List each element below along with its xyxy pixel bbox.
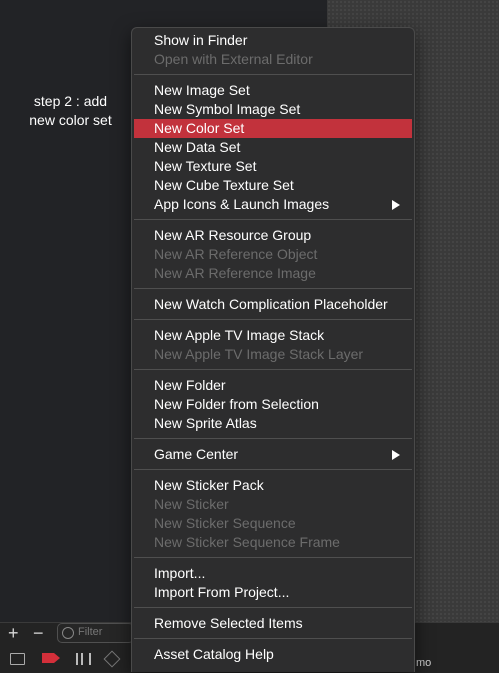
submenu-arrow-icon — [392, 200, 400, 210]
pause-icon[interactable] — [76, 653, 91, 665]
menu-item-new-apple-tv-image-stack-layer: New Apple TV Image Stack Layer — [154, 346, 364, 362]
menu-separator — [134, 219, 412, 220]
menu-item-import-from-project[interactable]: Import From Project... — [134, 583, 412, 602]
menu-item-remove-selected-items[interactable]: Remove Selected Items — [134, 614, 412, 633]
menu-item-new-sticker: New Sticker — [154, 496, 229, 512]
menu-separator — [134, 607, 412, 608]
annotation-line-1: step 2 : add — [33, 93, 108, 109]
submenu-arrow-icon — [392, 450, 400, 460]
menu-item-show-in-finder[interactable]: Show in Finder — [134, 31, 412, 50]
menu-item-new-folder-from-selection[interactable]: New Folder from Selection — [134, 395, 412, 414]
menu-item-new-sticker-pack[interactable]: New Sticker Pack — [134, 476, 412, 495]
menu-item-new-folder[interactable]: New Folder — [134, 376, 412, 395]
menu-separator — [134, 438, 412, 439]
menu-item-new-data-set[interactable]: New Data Set — [134, 138, 412, 157]
remove-button[interactable]: − — [33, 623, 44, 644]
toolbar-trailing-text: mo — [416, 657, 432, 669]
image-toggle-icon[interactable] — [10, 653, 25, 665]
menu-item-new-ar-reference-object: New AR Reference Object — [154, 246, 318, 262]
menu-separator — [134, 74, 412, 75]
menu-separator — [134, 638, 412, 639]
menu-item-import[interactable]: Import... — [134, 564, 412, 583]
menu-item-new-sticker-sequence-frame: New Sticker Sequence Frame — [154, 534, 340, 550]
context-menu: Show in Finder Open with External Editor… — [131, 27, 415, 672]
menu-separator — [134, 288, 412, 289]
menu-item-new-image-set[interactable]: New Image Set — [134, 81, 412, 100]
menu-item-new-texture-set[interactable]: New Texture Set — [134, 157, 412, 176]
menu-item-new-watch-complication[interactable]: New Watch Complication Placeholder — [134, 295, 412, 314]
filter-field[interactable]: Filter — [57, 623, 134, 643]
menu-item-game-center-label: Game Center — [154, 446, 239, 462]
menu-item-new-ar-resource-group[interactable]: New AR Resource Group — [134, 226, 412, 245]
menu-item-new-cube-texture-set[interactable]: New Cube Texture Set — [134, 176, 412, 195]
add-button[interactable]: + — [8, 623, 19, 644]
menu-item-app-icons[interactable]: App Icons & Launch Images — [134, 195, 412, 214]
menu-item-open-external-editor: Open with External Editor — [154, 51, 313, 67]
annotation-line-2: new color set — [29, 112, 112, 128]
menu-item-new-sprite-atlas[interactable]: New Sprite Atlas — [134, 414, 412, 433]
filter-icon — [62, 627, 74, 639]
menu-separator — [134, 369, 412, 370]
menu-item-new-ar-reference-image: New AR Reference Image — [154, 265, 316, 281]
menu-item-new-apple-tv-image-stack[interactable]: New Apple TV Image Stack — [134, 326, 412, 345]
menu-separator — [134, 319, 412, 320]
filter-placeholder: Filter — [78, 626, 103, 638]
menu-item-new-color-set[interactable]: New Color Set — [134, 119, 412, 138]
breakpoint-icon[interactable] — [42, 653, 60, 663]
menu-item-new-symbol-image-set[interactable]: New Symbol Image Set — [134, 100, 412, 119]
step-over-icon[interactable] — [103, 650, 121, 668]
menu-separator — [134, 557, 412, 558]
menu-item-game-center[interactable]: Game Center — [134, 445, 412, 464]
menu-item-new-sticker-sequence: New Sticker Sequence — [154, 515, 296, 531]
menu-item-asset-catalog-help[interactable]: Asset Catalog Help — [134, 645, 412, 664]
menu-separator — [134, 469, 412, 470]
step-annotation: step 2 : add new color set — [8, 92, 133, 130]
menu-item-app-icons-label: App Icons & Launch Images — [154, 196, 330, 212]
